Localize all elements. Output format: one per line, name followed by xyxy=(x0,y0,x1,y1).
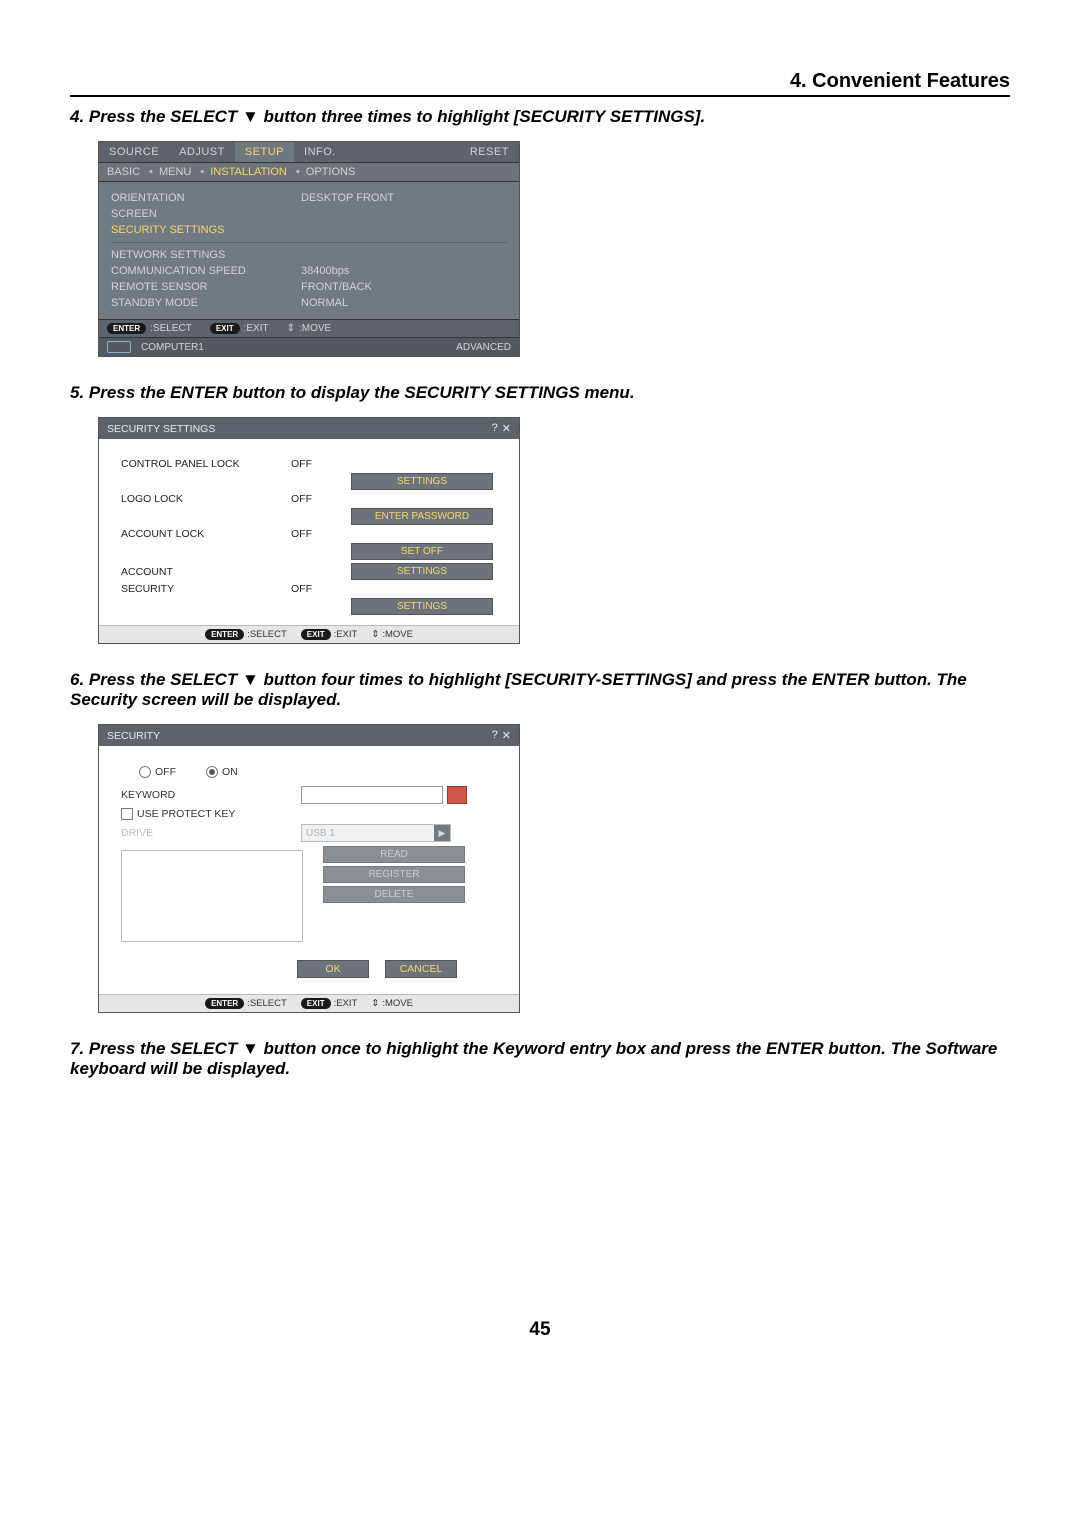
close-icon[interactable]: ✕ xyxy=(502,729,511,742)
hint-enter-select-2: ENTER :SELECT xyxy=(205,629,287,640)
hint-enter-select: ENTER :SELECT xyxy=(107,323,192,334)
exit-pill-icon: EXIT xyxy=(301,629,331,640)
delete-button[interactable]: DELETE xyxy=(323,886,465,903)
subtab-options[interactable]: OPTIONS xyxy=(306,166,356,178)
step-5-text: 5. Press the ENTER button to display the… xyxy=(70,383,1010,403)
step-7-text: 7. Press the SELECT ▼ button once to hig… xyxy=(70,1039,1010,1079)
keyword-input[interactable] xyxy=(301,786,443,804)
chevron-right-icon: ▶ xyxy=(434,825,450,841)
menu-row-remote-sensor[interactable]: REMOTE SENSOR FRONT/BACK xyxy=(111,279,507,295)
keys-listbox[interactable] xyxy=(121,850,303,942)
enter-pill-icon: ENTER xyxy=(107,323,146,334)
hint-enter-select-3: ENTER :SELECT xyxy=(205,998,287,1009)
account-settings-button[interactable]: SETTINGS xyxy=(351,563,493,580)
cpl-settings-button[interactable]: SETTINGS xyxy=(351,473,493,490)
drive-label: DRIVE xyxy=(121,827,301,839)
tab-setup[interactable]: SETUP xyxy=(235,142,294,162)
menu-row-security-settings[interactable]: SECURITY SETTINGS xyxy=(111,222,507,238)
use-protect-key-checkbox[interactable] xyxy=(121,808,137,820)
ok-button[interactable]: OK xyxy=(297,960,369,978)
keyboard-icon[interactable] xyxy=(447,786,467,804)
tab-source[interactable]: SOURCE xyxy=(99,142,169,162)
exit-pill-icon: EXIT xyxy=(210,323,240,334)
step-4-text: 4. Press the SELECT ▼ button three times… xyxy=(70,107,1010,127)
hint-exit-3: EXIT :EXIT xyxy=(301,998,358,1009)
row-control-panel-lock[interactable]: CONTROL PANEL LOCK OFF xyxy=(121,458,497,470)
cancel-button[interactable]: CANCEL xyxy=(385,960,457,978)
drive-select[interactable]: USB 1 ▶ xyxy=(301,824,451,842)
help-icon[interactable]: ? xyxy=(492,729,498,742)
menu-row-orientation[interactable]: ORIENTATION DESKTOP FRONT xyxy=(111,190,507,206)
section-header: 4. Convenient Features xyxy=(70,70,1010,97)
dialog-title: SECURITY SETTINGS xyxy=(107,423,215,435)
menu-row-communication-speed[interactable]: COMMUNICATION SPEED 38400bps xyxy=(111,263,507,279)
subtab-basic[interactable]: BASIC xyxy=(107,166,140,178)
subtab-installation[interactable]: INSTALLATION xyxy=(210,166,287,178)
menu-row-network-settings[interactable]: NETWORK SETTINGS xyxy=(111,247,507,263)
computer-source-icon xyxy=(107,341,131,353)
menu-row-screen[interactable]: SCREEN xyxy=(111,206,507,222)
hint-exit-2: EXIT :EXIT xyxy=(301,629,358,640)
keyword-label: KEYWORD xyxy=(121,789,301,801)
register-button[interactable]: REGISTER xyxy=(323,866,465,883)
enter-pill-icon: ENTER xyxy=(205,998,244,1009)
hint-move-3: ⇕ :MOVE xyxy=(371,998,413,1009)
account-lock-setoff-button[interactable]: SET OFF xyxy=(351,543,493,560)
hint-move-2: ⇕ :MOVE xyxy=(371,629,413,640)
subtab-menu[interactable]: MENU xyxy=(159,166,191,178)
dialog-title: SECURITY xyxy=(107,730,160,742)
enter-pill-icon: ENTER xyxy=(205,629,244,640)
row-account-lock[interactable]: ACCOUNT LOCK OFF xyxy=(121,528,497,540)
hint-move: ⇕ :MOVE xyxy=(287,323,332,334)
tab-adjust[interactable]: ADJUST xyxy=(169,142,235,162)
use-protect-key-label: USE PROTECT KEY xyxy=(137,808,235,820)
current-source: COMPUTER1 xyxy=(141,342,204,353)
logo-enter-password-button[interactable]: ENTER PASSWORD xyxy=(351,508,493,525)
step-6-text: 6. Press the SELECT ▼ button four times … xyxy=(70,670,1010,710)
page-number: 45 xyxy=(70,1319,1010,1341)
radio-on[interactable]: ON xyxy=(206,766,238,778)
read-button[interactable]: READ xyxy=(323,846,465,863)
menu-row-standby-mode[interactable]: STANDBY MODE NORMAL xyxy=(111,295,507,311)
mode-advanced: ADVANCED xyxy=(456,342,511,353)
security-dialog: SECURITY ? ✕ OFF ON KEYWORD USE PROTECT … xyxy=(98,724,520,1013)
security-settings-dialog: SECURITY SETTINGS ? ✕ CONTROL PANEL LOCK… xyxy=(98,417,520,644)
radio-off[interactable]: OFF xyxy=(139,766,176,778)
security-settings-button[interactable]: SETTINGS xyxy=(351,598,493,615)
tab-info[interactable]: INFO. xyxy=(294,142,346,162)
close-icon[interactable]: ✕ xyxy=(502,422,511,435)
row-account[interactable]: ACCOUNT SETTINGS xyxy=(121,563,497,580)
help-icon[interactable]: ? xyxy=(492,422,498,435)
row-logo-lock[interactable]: LOGO LOCK OFF xyxy=(121,493,497,505)
osd-setup-screenshot: SOURCE ADJUST SETUP INFO. RESET BASIC• M… xyxy=(98,141,520,357)
exit-pill-icon: EXIT xyxy=(301,998,331,1009)
tab-reset[interactable]: RESET xyxy=(460,142,519,162)
hint-exit: EXIT :EXIT xyxy=(210,323,269,334)
row-security[interactable]: SECURITY OFF xyxy=(121,583,497,595)
